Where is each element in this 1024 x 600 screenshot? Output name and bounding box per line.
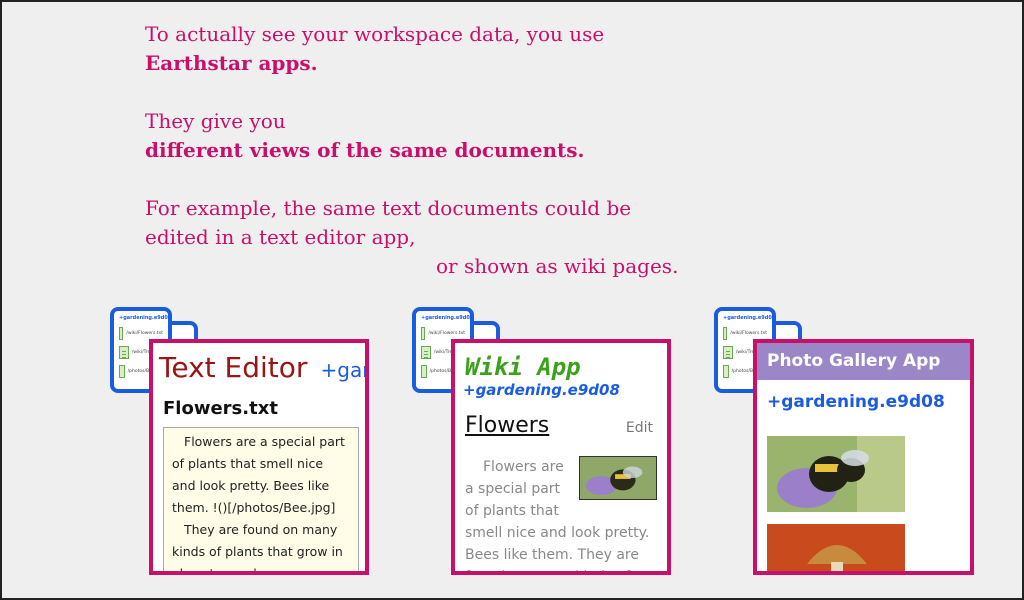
intro-paragraph-3: For example, the same text documents cou… — [145, 194, 678, 281]
file-name: /wiki/Flowers.txt — [126, 331, 163, 336]
text-editor-header: Text Editor +gardening.e9d08 — [153, 343, 365, 384]
intro-paragraph-2: They give you different views of the sam… — [145, 107, 584, 165]
intro-line-3a: For example, the same text documents cou… — [145, 196, 632, 220]
bee-photo-thumbnail — [579, 456, 657, 500]
text-editor-app: Text Editor +gardening.e9d08 Flowers.txt… — [149, 339, 369, 575]
document-icon — [421, 365, 427, 378]
text-editor-textarea[interactable]: Flowers are a special part of plants tha… — [163, 427, 359, 575]
workspace-name: +gardening.e9d08 — [119, 315, 172, 321]
intro-line-3b: edited in a text editor app, — [145, 225, 416, 249]
intro-line-2: They give you — [145, 109, 286, 133]
document-icon — [119, 346, 129, 359]
text-editor-filename: Flowers.txt — [163, 398, 278, 419]
intro-line-3c: or shown as wiki pages. — [436, 254, 679, 278]
intro-line-1: To actually see your workspace data, you… — [145, 22, 605, 46]
file-name: /wiki/Flowers.txt — [428, 331, 465, 336]
wiki-page-body: Flowers are a special part of plants tha… — [455, 438, 667, 571]
intro-line-1-bold: Earthstar apps. — [145, 51, 318, 75]
editor-paragraph-2: They are found on many kinds of plants t… — [172, 522, 343, 575]
photo-gallery-app: Photo Gallery App +gardening.e9d08 — [753, 339, 974, 575]
document-icon — [119, 365, 125, 378]
wiki-page-header: Flowers Edit — [455, 399, 667, 438]
intro-line-2-bold: different views of the same documents. — [145, 138, 585, 162]
document-icon — [119, 327, 124, 340]
bee-photo[interactable] — [767, 436, 905, 512]
wiki-edit-button[interactable]: Edit — [626, 420, 653, 436]
wiki-page-title: Flowers — [465, 413, 550, 438]
file-name: /wiki/Flowers.txt — [730, 331, 767, 336]
text-editor-title: Text Editor — [159, 351, 308, 384]
text-editor-workspace: +gardening.e9d08 — [320, 358, 369, 382]
wiki-app: Wiki App +gardening.e9d08 Flowers Edit F… — [451, 339, 671, 575]
document-icon — [723, 365, 729, 378]
workspace-name: +gardening.e9d08 — [723, 315, 776, 321]
editor-paragraph-1: Flowers are a special part of plants tha… — [172, 434, 345, 515]
document-icon — [723, 327, 728, 340]
wiki-app-title: Wiki App — [465, 353, 581, 381]
gallery-header: Photo Gallery App — [757, 343, 970, 380]
intro-paragraph-1: To actually see your workspace data, you… — [145, 20, 604, 78]
workspace-name: +gardening.e9d08 — [421, 315, 474, 321]
document-icon — [723, 346, 733, 359]
gallery-workspace: +gardening.e9d08 — [767, 392, 945, 412]
document-icon — [421, 346, 431, 359]
mushroom-photo[interactable] — [767, 524, 905, 575]
document-icon — [421, 327, 426, 340]
wiki-workspace: +gardening.e9d08 — [463, 381, 620, 399]
